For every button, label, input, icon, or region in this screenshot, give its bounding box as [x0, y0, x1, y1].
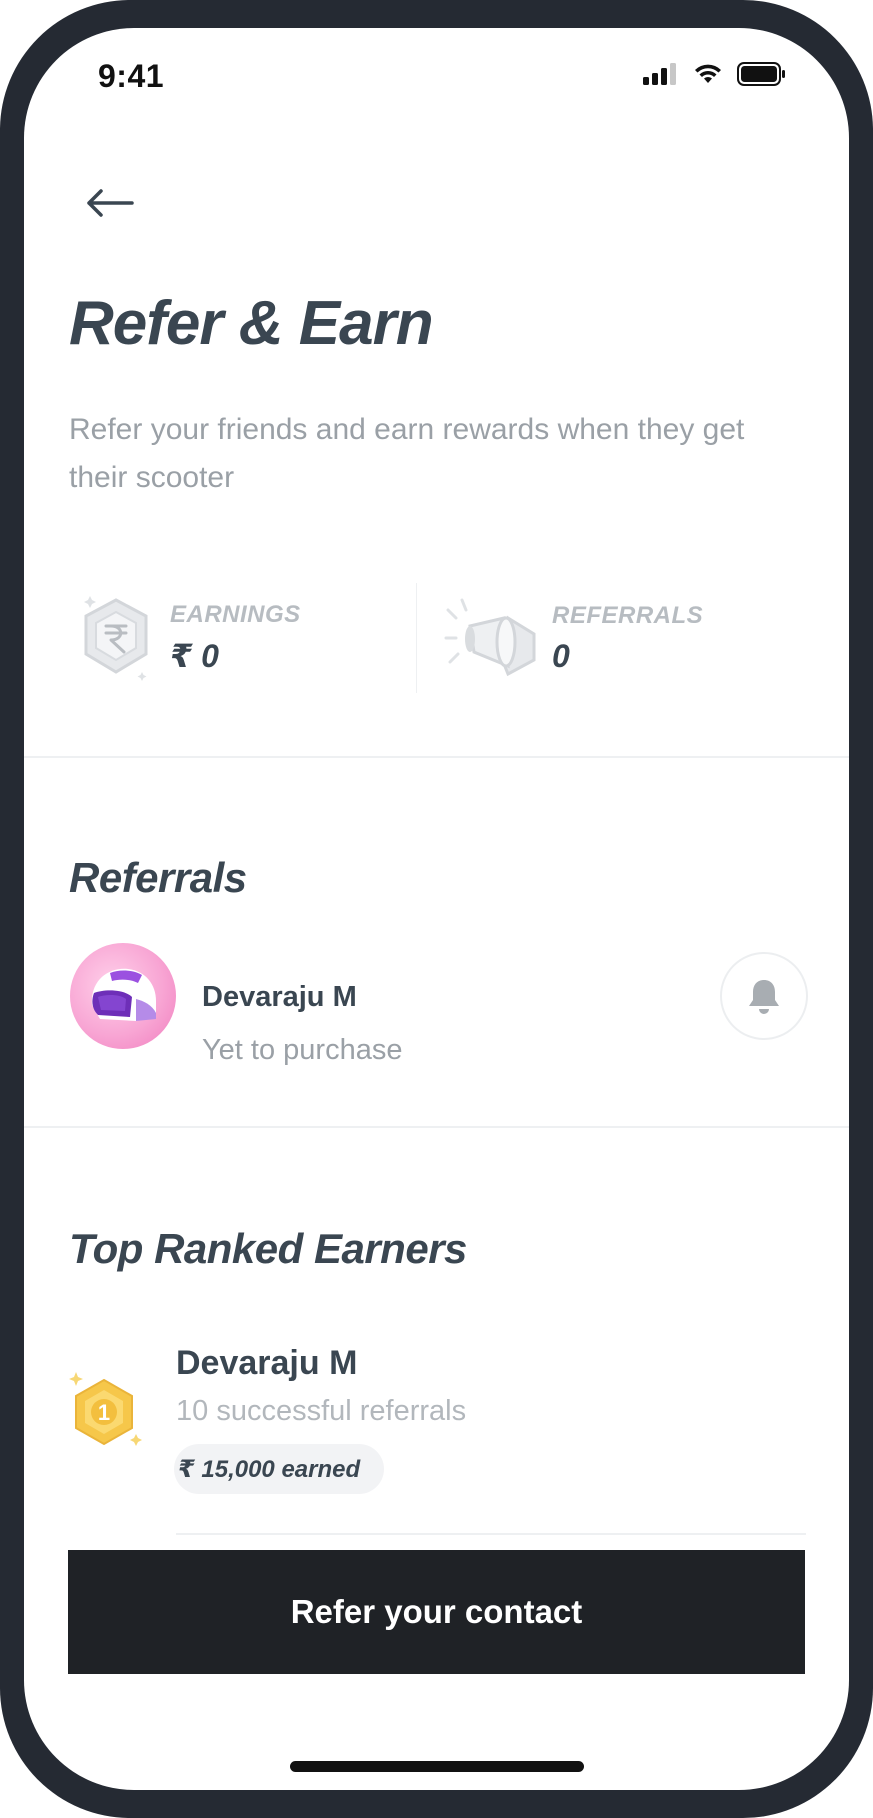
referral-status: Yet to purchase — [202, 1034, 403, 1066]
stats-divider — [416, 583, 417, 693]
page-subtitle: Refer your friends and earn rewards when… — [69, 413, 745, 494]
section-divider — [24, 756, 849, 758]
earnings-value: ₹ 0 — [170, 638, 219, 674]
rupee-coin-icon — [84, 596, 148, 681]
earner-divider — [176, 1533, 806, 1535]
earnings-stat: EARNINGS ₹ 0 — [76, 588, 301, 688]
signal-icon — [643, 63, 676, 85]
helmet-avatar — [70, 943, 176, 1049]
referrals-value: 0 — [552, 637, 570, 674]
gold-rank-badge-icon: 1 — [69, 1372, 142, 1446]
earned-amount-badge: ₹ 15,000 earned — [174, 1444, 385, 1494]
refer-contact-button[interactable]: Refer your contact — [68, 1550, 805, 1674]
rank-number: 1 — [98, 1400, 110, 1425]
earner-referral-count: 10 successful referrals — [176, 1395, 467, 1427]
home-indicator — [290, 1761, 584, 1772]
megaphone-icon — [444, 598, 536, 677]
bell-icon — [749, 980, 779, 1014]
top-earners-section-title: Top Ranked Earners — [69, 1225, 467, 1272]
referral-name: Devaraju M — [202, 981, 357, 1013]
helmet-icon — [91, 968, 156, 1021]
device-frame: 9:41 Refer & Earn Refer your friends and… — [0, 0, 873, 1818]
referrals-label: REFERRALS — [552, 601, 704, 629]
referrals-stat: REFERRALS 0 — [442, 588, 703, 688]
remind-button[interactable] — [720, 952, 808, 1040]
battery-icon — [737, 62, 785, 86]
section-divider — [24, 1126, 849, 1128]
screen: 9:41 Refer & Earn Refer your friends and… — [24, 28, 849, 1790]
referrals-section-title: Referrals — [69, 854, 247, 901]
back-button[interactable] — [80, 178, 140, 228]
arrow-left-icon — [87, 189, 134, 217]
status-icons — [643, 62, 787, 86]
wifi-icon — [695, 64, 721, 83]
earner-name: Devaraju M — [176, 1344, 358, 1382]
earnings-label: EARNINGS — [170, 601, 301, 628]
page-title: Refer & Earn — [69, 289, 434, 358]
status-time: 9:41 — [98, 58, 165, 94]
